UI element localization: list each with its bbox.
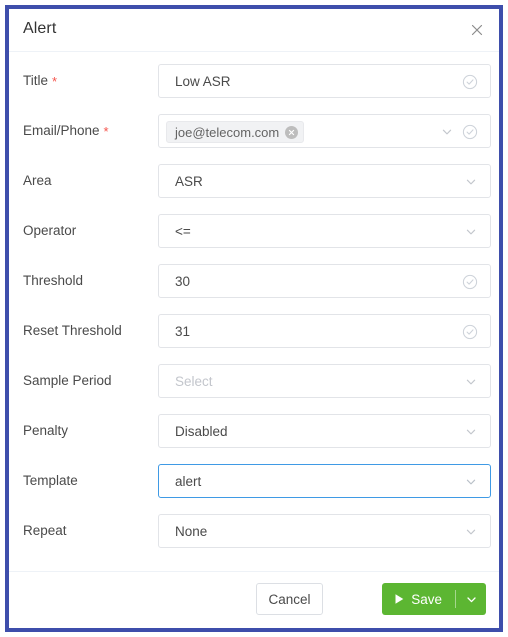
form-row: Reset Threshold 31	[9, 314, 499, 348]
form-row: Threshold 30	[9, 264, 499, 298]
tag-chip: joe@telecom.com	[166, 121, 305, 143]
required-asterisk: *	[103, 124, 109, 139]
chevron-down-icon[interactable]	[465, 426, 477, 438]
field-penalty[interactable]: Disabled	[158, 414, 491, 448]
field-repeat[interactable]: None	[158, 514, 491, 548]
save-button[interactable]: Save	[382, 583, 455, 615]
field-label: Threshold	[23, 273, 84, 288]
save-split-button: Save	[382, 583, 486, 615]
form-row: Area ASR	[9, 164, 499, 198]
dialog-title: Alert	[23, 20, 57, 37]
check-circle-icon[interactable]	[462, 74, 478, 90]
play-icon	[394, 593, 405, 605]
required-asterisk: *	[52, 74, 58, 89]
field-label: Email/Phone *	[23, 123, 109, 139]
close-icon[interactable]	[467, 20, 487, 40]
form-body: Title * Low ASR Email/Phone * joe@telecom.com…	[9, 52, 499, 572]
save-dropdown-button[interactable]	[456, 583, 486, 615]
field-value: Disabled	[175, 424, 228, 439]
field-value: <=	[175, 224, 191, 239]
field-sample-period[interactable]: Select	[158, 364, 491, 398]
form-row: Title * Low ASR	[9, 64, 499, 98]
field-value: Low ASR	[175, 74, 231, 89]
field-value: ASR	[175, 174, 203, 189]
field-label: Title *	[23, 73, 58, 89]
chevron-down-icon[interactable]	[465, 176, 477, 188]
field-label: Sample Period	[23, 373, 112, 388]
dialog-footer: Cancel Save	[9, 571, 499, 628]
field-label: Operator	[23, 223, 77, 238]
field-label: Template	[23, 473, 78, 488]
field-reset-threshold[interactable]: 31	[158, 314, 491, 348]
chevron-down-icon[interactable]	[465, 476, 477, 488]
dialog-header: Alert	[9, 9, 499, 52]
chevron-down-icon	[466, 596, 476, 602]
field-operator[interactable]: <=	[158, 214, 491, 248]
check-circle-icon[interactable]	[462, 324, 478, 340]
form-row: Sample Period Select	[9, 364, 499, 398]
check-circle-icon[interactable]	[462, 274, 478, 290]
field-label: Reset Threshold	[23, 323, 122, 338]
save-button-label: Save	[411, 591, 442, 607]
chevron-down-icon[interactable]	[465, 526, 477, 538]
field-label: Area	[23, 173, 52, 188]
chevron-down-icon[interactable]	[465, 226, 477, 238]
form-row: Template alert	[9, 464, 499, 498]
check-circle-icon[interactable]	[462, 124, 478, 140]
field-threshold[interactable]: 30	[158, 264, 491, 298]
form-row: Operator <=	[9, 214, 499, 248]
tag-chip-label: joe@telecom.com	[175, 124, 280, 140]
field-area[interactable]: ASR	[158, 164, 491, 198]
form-row: Repeat None	[9, 514, 499, 548]
field-value: 31	[175, 324, 191, 339]
field-value: alert	[175, 474, 202, 489]
field-label: Penalty	[23, 423, 69, 438]
field-placeholder: Select	[175, 374, 213, 389]
field-title[interactable]: Low ASR	[158, 64, 491, 98]
field-value: 30	[175, 274, 191, 289]
field-label: Repeat	[23, 523, 67, 538]
chevron-down-icon[interactable]	[441, 126, 453, 138]
form-row: Email/Phone * joe@telecom.com	[9, 114, 499, 148]
cancel-button[interactable]: Cancel	[256, 583, 323, 615]
field-email-phone[interactable]: joe@telecom.com	[158, 114, 491, 148]
chevron-down-icon[interactable]	[465, 376, 477, 388]
alert-dialog: Alert Title * Low ASR Email/Phone * joe@telec…	[5, 5, 503, 632]
form-row: Penalty Disabled	[9, 414, 499, 448]
close-circle-icon[interactable]	[285, 125, 299, 139]
field-template[interactable]: alert	[158, 464, 491, 498]
field-value: None	[175, 524, 208, 539]
